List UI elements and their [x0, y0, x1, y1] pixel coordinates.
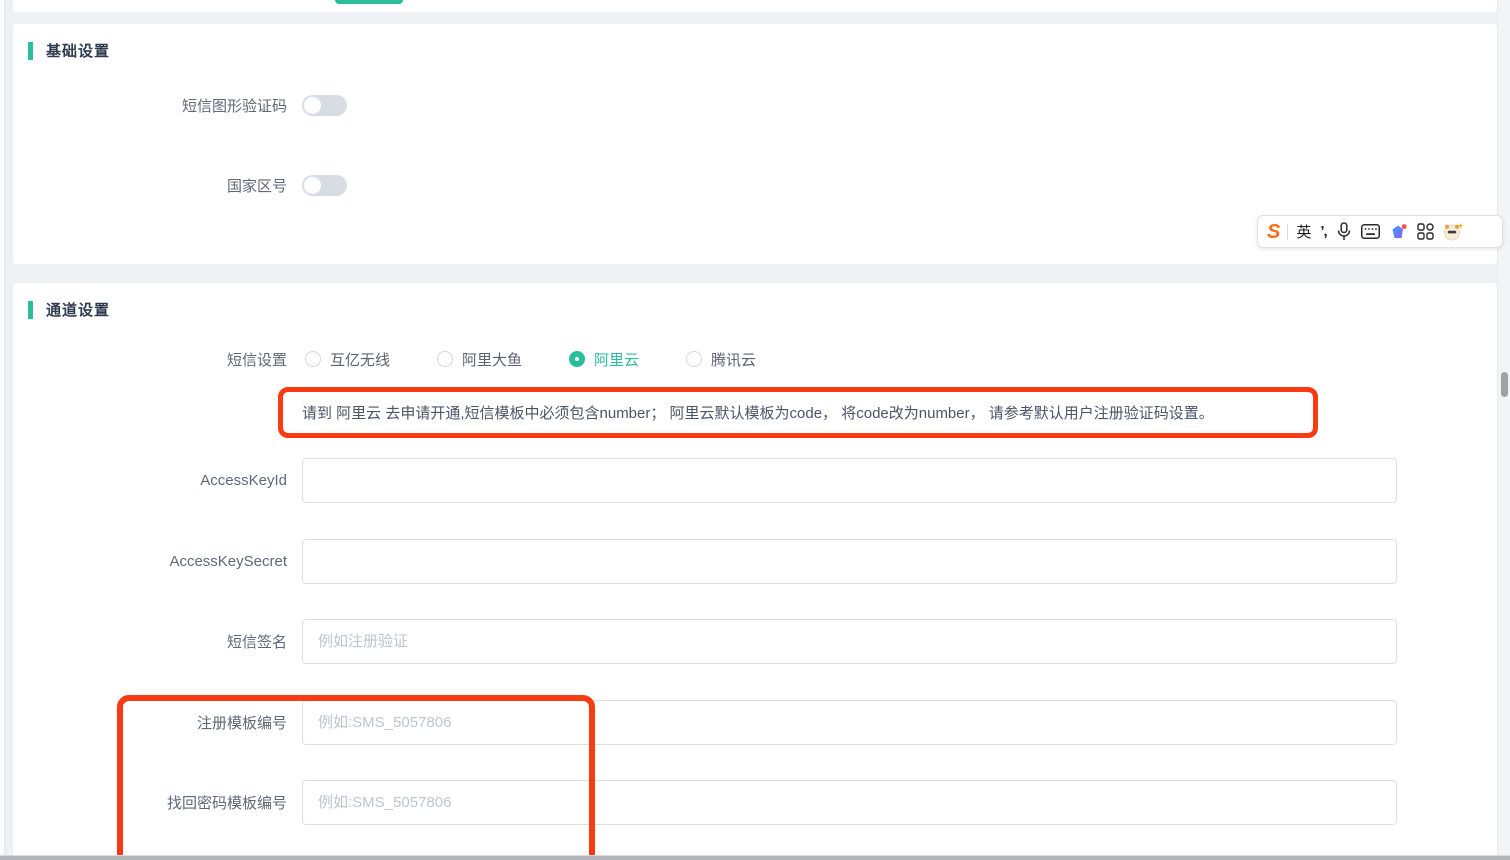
card-gap — [13, 12, 1497, 24]
radio-icon-selected — [569, 351, 585, 367]
field-label: 短信设置 — [13, 349, 287, 370]
card-gap — [13, 264, 1497, 283]
sogou-logo-icon[interactable]: S — [1267, 222, 1280, 242]
radio-label: 阿里大鱼 — [462, 349, 522, 370]
microphone-icon[interactable] — [1336, 222, 1352, 241]
accesskeyid-input[interactable] — [302, 458, 1397, 503]
section-header: 通道设置 — [28, 299, 110, 320]
scrollbar-thumb[interactable] — [1501, 372, 1508, 397]
field-label: 短信图形验证码 — [13, 95, 287, 116]
gutter-divider — [4, 0, 5, 860]
virtual-keyboard-icon[interactable] — [1361, 224, 1380, 239]
settings-page: 基础设置 短信图形验证码 国家区号 通道设置 短信设置 互亿无线 — [13, 0, 1497, 860]
field-label: 短信签名 — [13, 631, 287, 652]
left-gutter — [0, 0, 13, 860]
sms-captcha-switch[interactable] — [302, 95, 347, 116]
skin-center-icon[interactable] — [1389, 223, 1408, 240]
password-recovery-template-input[interactable] — [302, 780, 1397, 825]
toolbox-grid-icon[interactable] — [1417, 223, 1434, 240]
form-row: 国家区号 — [13, 174, 347, 196]
radio-option-huyi[interactable]: 互亿无线 — [305, 349, 390, 370]
country-code-switch[interactable] — [302, 175, 347, 196]
form-row: 短信签名 — [13, 619, 1411, 664]
radio-option-tencent[interactable]: 腾讯云 — [686, 349, 756, 370]
radio-label: 腾讯云 — [711, 349, 756, 370]
radio-option-alidayu[interactable]: 阿里大鱼 — [437, 349, 522, 370]
radio-label: 阿里云 — [594, 349, 639, 370]
section-header: 基础设置 — [28, 40, 110, 61]
section-accent-bar — [28, 42, 33, 60]
gutter-fill — [5, 0, 13, 860]
switch-knob — [304, 177, 321, 194]
radio-icon — [686, 351, 702, 367]
channel-settings-card: 通道设置 短信设置 互亿无线 阿里大鱼 阿里云 腾讯云 — [13, 283, 1497, 860]
radio-icon — [437, 351, 453, 367]
sogou-ime-toolbar: S 英 ’, — [1257, 215, 1503, 248]
ai-emoji-icon[interactable] — [1443, 222, 1464, 241]
form-row: 找回密码模板编号 — [13, 780, 1411, 825]
radio-option-aliyun[interactable]: 阿里云 — [569, 349, 639, 370]
section-title: 通道设置 — [46, 299, 110, 320]
section-title: 基础设置 — [46, 40, 110, 61]
toolbar-divider — [1287, 224, 1288, 240]
vertical-scrollbar — [1497, 0, 1510, 860]
register-template-input[interactable] — [302, 700, 1397, 745]
field-label: 注册模板编号 — [13, 712, 287, 733]
form-row: 注册模板编号 — [13, 700, 1411, 745]
sms-provider-row: 短信设置 互亿无线 阿里大鱼 阿里云 腾讯云 — [13, 345, 803, 373]
window-bottom-edge — [0, 855, 1510, 860]
section-accent-bar — [28, 301, 33, 319]
annotation-box-notice: 请到 阿里云 去申请开通,短信模板中必须包含number； 阿里云默认模板为co… — [278, 387, 1318, 438]
accesskeysecret-input[interactable] — [302, 539, 1397, 584]
switch-knob — [304, 97, 321, 114]
field-label: AccessKeyId — [13, 472, 287, 489]
punctuation-toggle-icon[interactable]: ’, — [1320, 224, 1326, 239]
lang-toggle-icon[interactable]: 英 — [1296, 221, 1311, 242]
sms-provider-radio-group: 互亿无线 阿里大鱼 阿里云 腾讯云 — [305, 349, 803, 370]
form-row: AccessKeySecret — [13, 539, 1411, 584]
previous-card-bottom — [13, 0, 1497, 12]
field-label: 找回密码模板编号 — [13, 792, 287, 813]
radio-icon — [305, 351, 321, 367]
field-label: AccessKeySecret — [13, 553, 287, 570]
form-row: 短信图形验证码 — [13, 94, 347, 116]
toggle-on-fragment[interactable] — [335, 0, 403, 4]
radio-label: 互亿无线 — [330, 349, 390, 370]
form-row: AccessKeyId — [13, 458, 1411, 503]
sms-signature-input[interactable] — [302, 619, 1397, 664]
field-label: 国家区号 — [13, 175, 287, 196]
aliyun-notice-text: 请到 阿里云 去申请开通,短信模板中必须包含number； 阿里云默认模板为co… — [283, 402, 1214, 423]
